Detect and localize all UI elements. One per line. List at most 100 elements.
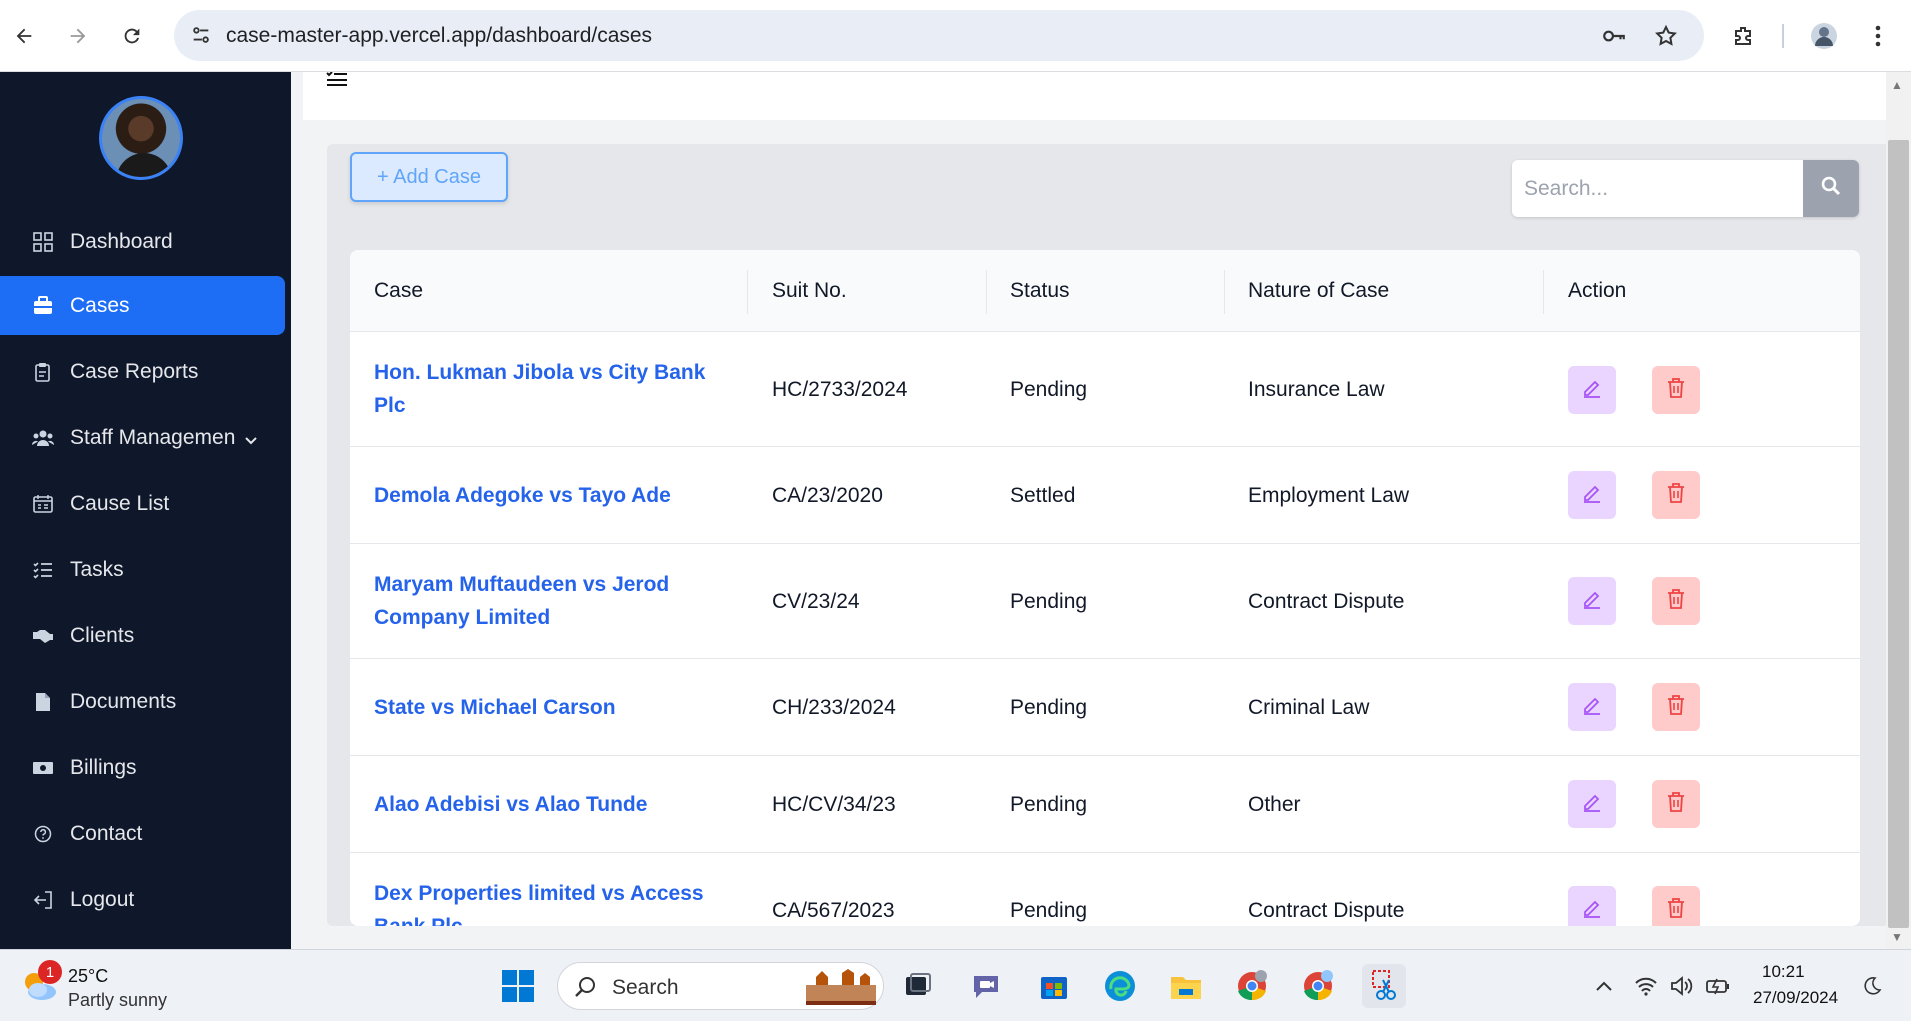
delete-button[interactable] xyxy=(1652,577,1700,625)
case-status: Pending xyxy=(1010,792,1088,816)
sidebar-item-staff-management[interactable]: Staff Managemen xyxy=(0,408,285,467)
search-bar xyxy=(1512,160,1859,217)
edit-button[interactable] xyxy=(1568,471,1616,519)
case-link[interactable]: Maryam Muftaudeen vs Jerod Company Limit… xyxy=(374,568,734,634)
toolbar-divider xyxy=(1782,24,1784,48)
pencil-icon xyxy=(1581,377,1603,404)
dashboard-grid-icon xyxy=(32,231,54,253)
site-info-icon[interactable] xyxy=(188,22,214,48)
sidebar-item-label: Staff Managemen xyxy=(70,425,236,449)
search-input[interactable] xyxy=(1512,160,1803,217)
case-link[interactable]: Dex Properties limited vs Access Bank Pl… xyxy=(374,877,734,926)
profile-avatar-icon[interactable] xyxy=(1806,18,1842,54)
taskbar-date[interactable]: 27/09/2024 xyxy=(1753,988,1838,1008)
forward-icon[interactable] xyxy=(60,18,96,54)
microsoft-store-icon[interactable] xyxy=(1032,964,1076,1008)
sidebar-item-dashboard[interactable]: Dashboard xyxy=(0,212,285,271)
case-link[interactable]: Demola Adegoke vs Tayo Ade xyxy=(374,447,671,544)
taskbar-time[interactable]: 10:21 xyxy=(1762,962,1805,982)
sidebar-item-tasks[interactable]: Tasks xyxy=(0,540,285,599)
taskbar-search[interactable]: Search xyxy=(557,962,884,1010)
suit-number: CH/233/2024 xyxy=(772,695,896,719)
column-header-suit-no: Suit No. xyxy=(772,279,847,302)
menu-toggle-icon[interactable] xyxy=(325,72,349,91)
focus-moon-icon[interactable] xyxy=(1858,972,1886,1000)
wifi-icon[interactable] xyxy=(1632,972,1660,1000)
delete-button[interactable] xyxy=(1652,886,1700,926)
address-bar[interactable]: case-master-app.vercel.app/dashboard/cas… xyxy=(174,10,1704,61)
sidebar-item-label: Contact xyxy=(70,821,143,845)
search-button[interactable] xyxy=(1803,160,1859,217)
edge-browser-icon[interactable] xyxy=(1098,964,1142,1008)
sidebar-item-label: Billings xyxy=(70,755,137,779)
case-status: Pending xyxy=(1010,589,1088,613)
task-view-icon[interactable] xyxy=(896,964,940,1008)
sidebar-item-label: Documents xyxy=(70,689,177,713)
case-link[interactable]: Alao Adebisi vs Alao Tunde xyxy=(374,756,647,853)
pencil-icon xyxy=(1581,588,1603,615)
case-status: Pending xyxy=(1010,377,1088,401)
chrome-profile-icon[interactable] xyxy=(1230,964,1274,1008)
case-title-line: Hon. Lukman Jibola vs City Bank xyxy=(374,361,706,384)
delete-button[interactable] xyxy=(1652,366,1700,414)
suit-number: CA/567/2023 xyxy=(772,898,895,922)
chevron-down-icon[interactable] xyxy=(244,428,258,452)
edit-button[interactable] xyxy=(1568,886,1616,926)
sidebar-item-documents[interactable]: Documents xyxy=(0,672,285,731)
sidebar-item-logout[interactable]: Logout xyxy=(0,870,285,929)
snipping-tool-icon[interactable] xyxy=(1362,964,1406,1008)
clipboard-report-icon xyxy=(32,361,54,383)
column-header-action: Action xyxy=(1568,279,1627,302)
sidebar-item-label: Cause List xyxy=(70,491,170,515)
cases-table: Case Suit No. Status Nature of Case Acti… xyxy=(350,250,1860,926)
case-nature: Employment Law xyxy=(1248,483,1410,507)
column-header-case: Case xyxy=(374,279,424,302)
case-nature: Insurance Law xyxy=(1248,377,1385,401)
battery-icon[interactable] xyxy=(1704,972,1732,1000)
sidebar-item-case-reports[interactable]: Case Reports xyxy=(0,342,285,401)
case-title-line: Dex Properties limited vs Access xyxy=(374,882,704,905)
delete-button[interactable] xyxy=(1652,683,1700,731)
edit-button[interactable] xyxy=(1568,683,1616,731)
delete-button[interactable] xyxy=(1652,780,1700,828)
case-title-line: Company Limited xyxy=(374,606,551,629)
sidebar-item-cause-list[interactable]: Cause List xyxy=(0,474,285,533)
avatar[interactable] xyxy=(99,96,183,180)
extensions-icon[interactable] xyxy=(1726,18,1762,54)
sidebar-item-label: Dashboard xyxy=(70,229,173,253)
chevron-up-icon[interactable] xyxy=(1590,972,1618,1000)
password-key-icon[interactable] xyxy=(1600,22,1628,50)
edit-button[interactable] xyxy=(1568,780,1616,828)
sidebar-item-clients[interactable]: Clients xyxy=(0,606,285,665)
browser-toolbar: case-master-app.vercel.app/dashboard/cas… xyxy=(0,0,1911,72)
sidebar-item-contact[interactable]: Contact xyxy=(0,804,285,863)
case-link[interactable]: State vs Michael Carson xyxy=(374,659,616,756)
url-text: case-master-app.vercel.app/dashboard/cas… xyxy=(226,24,653,47)
delete-button[interactable] xyxy=(1652,471,1700,519)
bookmark-star-icon[interactable] xyxy=(1652,22,1680,50)
sidebar-item-cases[interactable]: Cases xyxy=(0,276,285,335)
scroll-up-icon[interactable]: ▲ xyxy=(1891,78,1903,92)
add-case-button[interactable]: + Add Case xyxy=(350,152,508,202)
chrome-profile-icon[interactable] xyxy=(1296,964,1340,1008)
edit-button[interactable] xyxy=(1568,577,1616,625)
windows-start-icon[interactable] xyxy=(496,964,540,1008)
sidebar-item-label: Case Reports xyxy=(70,359,199,383)
scrollbar-thumb[interactable] xyxy=(1888,140,1909,928)
teams-chat-icon[interactable] xyxy=(964,964,1008,1008)
file-explorer-icon[interactable] xyxy=(1164,964,1208,1008)
scroll-down-icon[interactable]: ▼ xyxy=(1891,930,1903,944)
edit-button[interactable] xyxy=(1568,366,1616,414)
back-icon[interactable] xyxy=(6,18,42,54)
briefcase-icon xyxy=(32,295,54,317)
notification-badge: 1 xyxy=(38,960,62,984)
more-menu-icon[interactable] xyxy=(1860,18,1896,54)
trash-icon xyxy=(1666,377,1686,404)
volume-icon[interactable] xyxy=(1668,972,1696,1000)
search-highlight-image-icon xyxy=(802,967,880,1012)
suit-number: HC/CV/34/23 xyxy=(772,792,896,816)
task-list-icon xyxy=(32,559,54,581)
reload-icon[interactable] xyxy=(114,18,150,54)
sidebar-item-billings[interactable]: Billings xyxy=(0,738,285,797)
case-link[interactable]: Hon. Lukman Jibola vs City Bank Plc xyxy=(374,356,734,422)
